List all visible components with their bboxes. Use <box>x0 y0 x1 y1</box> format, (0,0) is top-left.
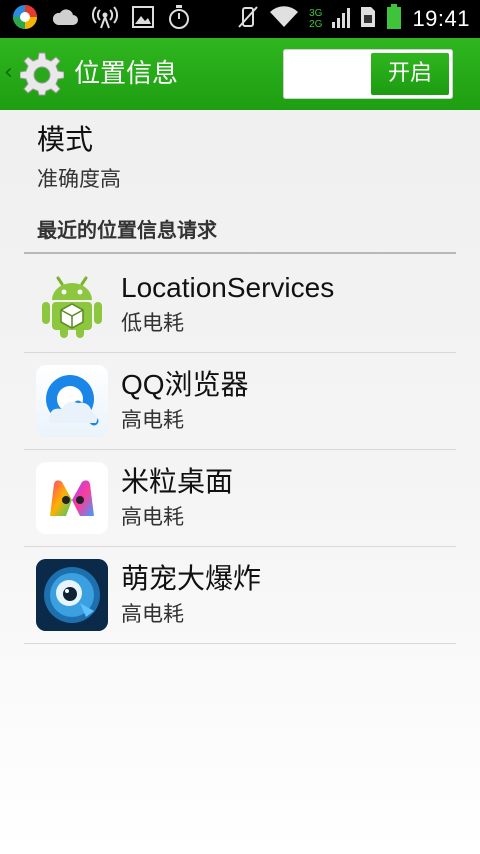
list-item[interactable]: 米粒桌面 高电耗 <box>24 450 456 547</box>
list-item[interactable]: QQ浏览器 高电耗 <box>24 353 456 450</box>
location-toggle-thumb[interactable]: 开启 <box>371 53 449 95</box>
sim-icon <box>360 6 376 32</box>
app-power-usage: 低电耗 <box>121 311 184 335</box>
android-robot-icon <box>36 268 108 340</box>
back-chevron-icon[interactable]: ‹ <box>4 62 13 84</box>
page-title: 位置信息 <box>74 59 179 89</box>
signal-icon <box>332 6 351 32</box>
app-power-usage: 高电耗 <box>121 505 184 529</box>
mode-setting[interactable]: 模式 准确度高 <box>37 122 121 194</box>
app-power-usage: 高电耗 <box>121 602 184 626</box>
vibrate-off-icon <box>237 5 259 33</box>
location-toggle[interactable]: 开启 <box>283 49 453 99</box>
status-bar-notifications <box>12 4 190 34</box>
status-bar-system: 3G 2G 19:41 <box>237 4 470 34</box>
qq-browser-icon <box>36 365 108 437</box>
settings-gear-icon[interactable] <box>19 52 65 100</box>
app-notification-icon <box>12 4 38 34</box>
app-name: LocationServices <box>121 272 335 303</box>
mili-launcher-icon <box>36 462 108 534</box>
wifi-icon <box>269 6 299 32</box>
app-power-usage: 高电耗 <box>121 408 184 432</box>
recent-requests-header: 最近的位置信息请求 <box>37 218 217 242</box>
recent-requests-list: LocationServices 低电耗 QQ浏览器 高电耗 米粒桌面 高电耗 … <box>24 256 456 644</box>
cloud-icon <box>52 7 78 31</box>
list-item[interactable]: 萌宠大爆炸 高电耗 <box>24 547 456 644</box>
section-divider <box>24 252 456 254</box>
app-name: 米粒桌面 <box>121 466 234 497</box>
list-item[interactable]: LocationServices 低电耗 <box>24 256 456 353</box>
app-name: QQ浏览器 <box>121 369 249 400</box>
hotspot-icon <box>92 5 118 33</box>
mode-title: 模式 <box>37 123 94 156</box>
app-name: 萌宠大爆炸 <box>121 563 262 594</box>
network-type: 3G 2G <box>309 8 323 30</box>
battery-icon <box>386 4 402 34</box>
pet-game-icon <box>36 559 108 631</box>
status-time: 19:41 <box>412 6 470 31</box>
action-bar: ‹ 位置信息 开启 <box>0 38 480 110</box>
mode-value: 准确度高 <box>37 167 121 191</box>
status-bar: 3G 2G 19:41 <box>0 0 480 38</box>
timer-icon <box>168 5 190 33</box>
image-icon <box>132 6 154 32</box>
